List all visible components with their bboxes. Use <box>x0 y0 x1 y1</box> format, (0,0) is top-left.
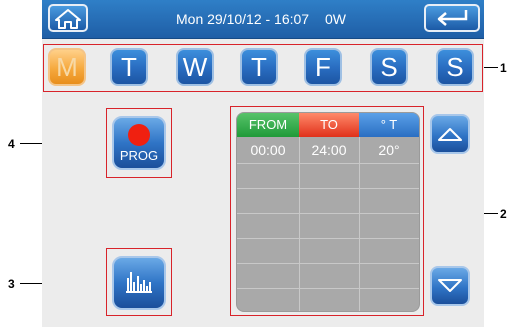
chevron-down-icon <box>438 279 462 292</box>
scroll-up-button[interactable] <box>430 114 470 154</box>
callout-box-days <box>43 44 483 92</box>
callout-box-graph <box>106 248 172 316</box>
callout-2-number: 2 <box>500 207 507 221</box>
scroll-down-button[interactable] <box>430 266 470 306</box>
status-datetime: Mon 29/10/12 - 16:07 0W <box>102 0 420 38</box>
status-bar: Mon 29/10/12 - 16:07 0W <box>42 0 484 39</box>
thermostat-screen: Mon 29/10/12 - 16:07 0W M T W T F S S PR… <box>42 0 484 327</box>
callout-box-prog <box>106 108 172 178</box>
callout-1-line <box>484 67 498 68</box>
home-icon <box>55 9 81 29</box>
back-button[interactable] <box>424 4 480 32</box>
callout-1-number: 1 <box>500 61 507 75</box>
return-arrow-icon <box>437 10 468 26</box>
callout-3-number: 3 <box>8 277 15 291</box>
power-text: 0W <box>325 11 346 27</box>
datetime-text: Mon 29/10/12 - 16:07 <box>176 11 310 27</box>
home-button[interactable] <box>48 4 88 32</box>
callout-box-table <box>230 106 424 316</box>
callout-4-number: 4 <box>8 137 15 151</box>
chevron-up-icon <box>438 128 462 141</box>
